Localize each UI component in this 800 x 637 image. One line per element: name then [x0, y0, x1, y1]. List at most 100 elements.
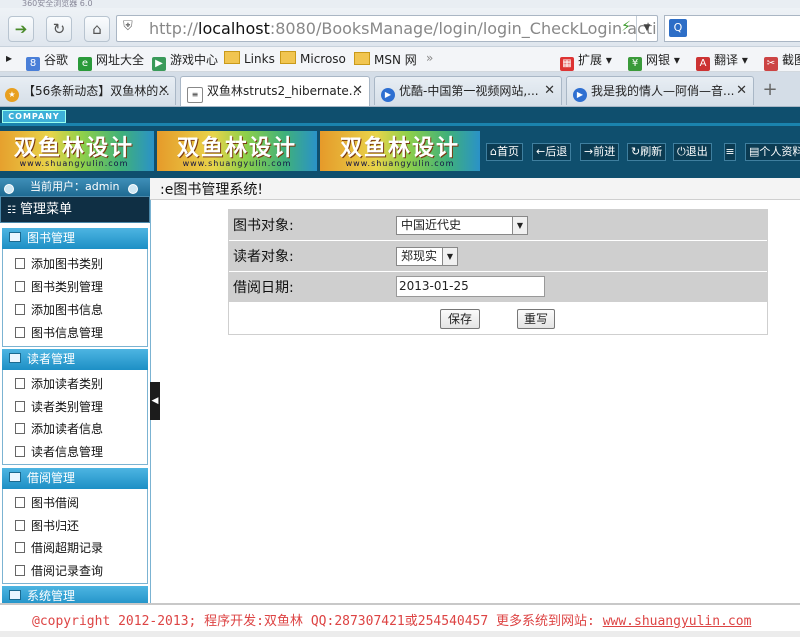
browser-tab[interactable]: ▶ 我是我的情人—阿俏—音... ✕: [566, 76, 754, 105]
back-button[interactable]: ←后退: [532, 143, 572, 161]
document-icon: [15, 542, 25, 553]
bookmark-msn[interactable]: MSN 网: [354, 51, 417, 68]
menu-item-label: 添加读者类别: [31, 377, 104, 391]
section-book-management[interactable]: 图书管理: [2, 228, 148, 249]
extensions-button[interactable]: ▦ 扩展 ▾: [560, 51, 612, 71]
bookmarks-menu-icon[interactable]: ▸: [6, 51, 12, 65]
sidebar-collapse-handle[interactable]: ◀: [150, 382, 160, 420]
menu-item-return-book[interactable]: 图书归还: [15, 517, 79, 534]
bookmark-google[interactable]: 8 谷歌: [26, 51, 68, 71]
play-icon: ▶: [381, 88, 395, 102]
menu-item-add-reader-category[interactable]: 添加读者类别: [15, 375, 103, 392]
reader-select[interactable]: 郑现实 ▼: [396, 247, 458, 266]
forward-button[interactable]: →前进: [580, 143, 620, 161]
menu-item-label: 图书类别管理: [31, 280, 104, 294]
menu-item-reader-info-management[interactable]: 读者信息管理: [15, 443, 103, 460]
menu-item-borrow-book[interactable]: 图书借阅: [15, 494, 79, 511]
translate-button[interactable]: A 翻译 ▾: [696, 51, 748, 71]
tab-label: 我是我的情人—阿俏—音...: [591, 84, 735, 98]
app-header: COMPANY 双鱼林设计 www.shuangyulin.com 双鱼林设计 …: [0, 107, 800, 178]
browser-tab[interactable]: ★ 【56条新动态】双鱼林的... ✕: [0, 76, 176, 105]
book-icon: [9, 232, 21, 242]
section-reader-management[interactable]: 读者管理: [2, 349, 148, 370]
bookmark-label: 网址大全: [96, 53, 145, 67]
reset-button[interactable]: 重写: [517, 309, 555, 329]
close-icon[interactable]: ✕: [352, 77, 363, 105]
browser-tab-active[interactable]: ≡ 双鱼林struts2_hibernate... ✕: [180, 76, 370, 106]
book-select[interactable]: 中国近代史 ▼: [396, 216, 528, 235]
close-icon[interactable]: ✕: [736, 77, 747, 105]
search-box[interactable]: Q: [664, 15, 800, 42]
section-title: 图书管理: [27, 231, 76, 245]
refresh-button[interactable]: ↻刷新: [627, 143, 667, 161]
refresh-icon: ↻: [631, 145, 641, 158]
current-user-label: 当前用户：admin: [30, 180, 120, 193]
document-icon: [15, 327, 25, 338]
menu-item-label: 读者类别管理: [31, 400, 104, 414]
home-button[interactable]: ⌂首页: [486, 143, 523, 161]
save-button[interactable]: 保存: [440, 309, 480, 329]
menu-item-label: 添加读者信息: [31, 422, 104, 436]
menu-item-add-book-info[interactable]: 添加图书信息: [15, 301, 103, 318]
chevron-down-icon[interactable]: ▼: [442, 248, 457, 265]
website-link[interactable]: www.shuangyulin.com: [603, 614, 752, 629]
close-icon[interactable]: ✕: [544, 77, 555, 105]
browser-tab[interactable]: ▶ 优酷-中国第一视频网站,... ✕: [374, 76, 562, 105]
refresh-label: 刷新: [640, 145, 663, 158]
new-tab-button[interactable]: +: [758, 78, 782, 102]
address-host: localhost: [198, 19, 270, 38]
refresh-icon[interactable]: ↻: [46, 16, 72, 42]
tab-label: 双鱼林struts2_hibernate...: [207, 84, 361, 98]
section-items: 添加读者类别 读者类别管理 添加读者信息 读者信息管理: [2, 370, 148, 465]
book-icon: [9, 472, 21, 482]
logout-button[interactable]: ⏻退出: [673, 143, 712, 161]
globe-icon: e: [78, 57, 92, 71]
menu-item-borrow-record-query[interactable]: 借阅记录查询: [15, 562, 103, 579]
bank-label: 网银: [646, 53, 671, 67]
menu-item-label: 添加图书类别: [31, 257, 104, 271]
document-icon: [15, 378, 25, 389]
bookmark-games[interactable]: ▶ 游戏中心: [152, 51, 218, 71]
bookmark-microsoft[interactable]: Microso: [280, 51, 346, 66]
bookmark-links[interactable]: Links: [224, 51, 275, 66]
copyright-text: @copyright 2012-2013; 程序开发:双鱼林 QQ:287307…: [32, 614, 595, 629]
chevron-down-icon[interactable]: ▼: [512, 217, 527, 234]
logo-text: 双鱼林设计: [339, 136, 460, 161]
bank-button[interactable]: ¥ 网银 ▾: [628, 51, 680, 71]
section-title: 借阅管理: [27, 471, 76, 485]
section-borrow-management[interactable]: 借阅管理: [2, 468, 148, 489]
menu-item-overdue-records[interactable]: 借阅超期记录: [15, 539, 103, 556]
menu-item-label: 借阅记录查询: [31, 564, 104, 578]
menu-header: ☷ 管理菜单: [0, 196, 150, 223]
form-row-book: 图书对象: 中国近代史 ▼: [229, 210, 767, 240]
screenshot-button[interactable]: ✂ 截图: [764, 51, 800, 71]
menu-item-label: 读者信息管理: [31, 445, 104, 459]
chevron-down-icon[interactable]: ▼: [636, 16, 657, 41]
form-row-date: 借阅日期: 2013-01-25: [229, 272, 767, 302]
search-icon[interactable]: Q: [669, 19, 687, 37]
back-arrow-icon[interactable]: ➔: [8, 16, 34, 42]
footer-divider: [0, 631, 800, 637]
lightning-icon[interactable]: ⚡: [621, 19, 631, 35]
address-bar[interactable]: ⛨ http://localhost:8080/BooksManage/logi…: [116, 15, 658, 42]
menu-item-reader-category-management[interactable]: 读者类别管理: [15, 398, 103, 415]
close-icon[interactable]: ✕: [158, 77, 169, 105]
bookmark-sites[interactable]: e 网址大全: [78, 51, 144, 71]
book-icon: [9, 353, 21, 363]
menu-item-add-reader-info[interactable]: 添加读者信息: [15, 420, 103, 437]
document-icon: [15, 304, 25, 315]
more-bookmarks-icon[interactable]: »: [426, 51, 433, 65]
logo-url: www.shuangyulin.com: [345, 159, 455, 168]
divider-icon: ≡: [724, 143, 736, 161]
borrow-date-input[interactable]: 2013-01-25: [396, 276, 545, 297]
logo-text: 双鱼林设计: [176, 136, 297, 161]
browser-title: 360安全浏览器 6.0: [22, 0, 93, 8]
address-url[interactable]: http://localhost:8080/BooksManage/login/…: [149, 19, 657, 38]
home-icon[interactable]: ⌂: [84, 16, 110, 42]
profile-button[interactable]: ▤个人资料: [745, 143, 800, 161]
menu-item-book-category-management[interactable]: 图书类别管理: [15, 278, 103, 295]
menu-item-book-info-management[interactable]: 图书信息管理: [15, 324, 103, 341]
logo-url: www.shuangyulin.com: [182, 159, 292, 168]
document-icon: [15, 497, 25, 508]
menu-item-add-book-category[interactable]: 添加图书类别: [15, 255, 103, 272]
